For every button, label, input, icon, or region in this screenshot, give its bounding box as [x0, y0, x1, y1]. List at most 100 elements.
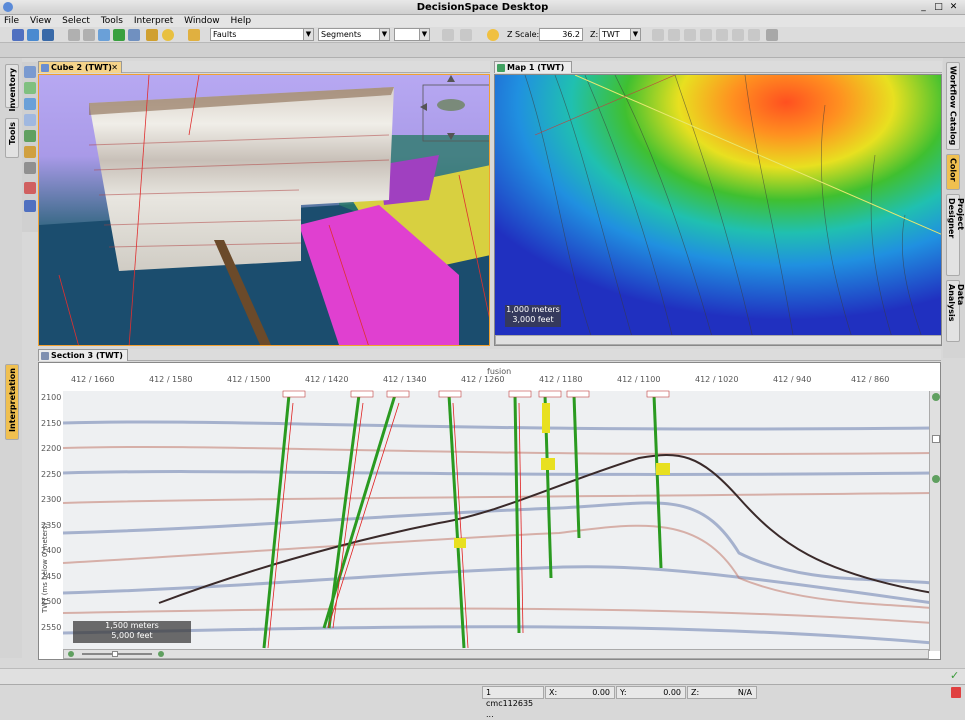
tab-tools[interactable]: Tools	[5, 118, 19, 158]
nav-next-icon[interactable]	[684, 29, 696, 41]
nav-prev-icon[interactable]	[668, 29, 680, 41]
menu-tools[interactable]: Tools	[97, 15, 127, 27]
lock-tool-icon[interactable]	[24, 162, 36, 174]
tab-workflow-catalog[interactable]: Workflow Catalog	[946, 62, 960, 150]
sun-icon[interactable]	[162, 29, 174, 41]
minimize-button[interactable]: _	[918, 2, 929, 13]
open-icon[interactable]	[27, 29, 39, 41]
menu-select[interactable]: Select	[58, 15, 94, 27]
layers-tool-icon[interactable]	[24, 200, 36, 212]
settings-icon[interactable]	[766, 29, 778, 41]
close-icon[interactable]: ✕	[111, 62, 118, 74]
pointer-tool-icon[interactable]	[24, 66, 36, 78]
status-x: X: 0.00	[545, 686, 615, 699]
cube-tab-label: Cube 2 (TWT)	[51, 63, 112, 72]
menu-file[interactable]: File	[0, 15, 23, 27]
map-horizontal-scrollbar[interactable]	[495, 335, 941, 345]
status-y: Y: 0.00	[616, 686, 686, 699]
cube-icon	[41, 64, 49, 72]
tab-inventory[interactable]: Inventory	[5, 64, 19, 112]
section-view[interactable]: fusion 412 / 1660 412 / 1580 412 / 1500 412…	[38, 362, 941, 660]
faults-select[interactable]: Faults ▼	[210, 28, 314, 41]
menu-interpret[interactable]: Interpret	[130, 15, 177, 27]
loop-icon[interactable]	[732, 29, 744, 41]
copy-icon[interactable]	[83, 29, 95, 41]
arrow-left-icon[interactable]	[420, 103, 427, 111]
zoom-in-h-icon[interactable]	[158, 651, 164, 657]
chart-icon[interactable]	[146, 29, 158, 41]
arrow-up-icon[interactable]	[447, 75, 455, 82]
refresh-icon[interactable]	[98, 29, 110, 41]
map-view[interactable]: 1,000 meters 3,000 feet	[494, 74, 942, 346]
map-color-fill	[495, 75, 941, 345]
save-icon[interactable]	[42, 29, 54, 41]
tab-project-designer[interactable]: Project Designer	[946, 194, 965, 276]
alert-icon[interactable]	[951, 687, 961, 698]
status-y-value: 0.00	[663, 688, 681, 697]
horizontal-zoom-slider[interactable]	[112, 651, 118, 657]
globe-icon[interactable]	[113, 29, 125, 41]
tab-interpretation[interactable]: Interpretation	[5, 364, 19, 440]
section-horizontal-scrollbar[interactable]	[63, 649, 929, 659]
pencil-icon[interactable]	[188, 29, 200, 41]
horizon-tool-icon[interactable]	[24, 82, 36, 94]
segments-select[interactable]: Segments ▼	[318, 28, 390, 41]
tab-tools-label: Tools	[7, 122, 17, 145]
section-scale-feet: 5,000 feet	[111, 631, 153, 640]
app-menu-icon[interactable]	[3, 2, 13, 12]
status-z: Z: N/A	[687, 686, 757, 699]
zoom-in-icon[interactable]	[932, 393, 940, 401]
cube-3d-view[interactable]	[38, 74, 490, 346]
cut-icon[interactable]	[68, 29, 80, 41]
undo-icon[interactable]	[442, 29, 454, 41]
zscale-input[interactable]: 36.2	[539, 28, 583, 41]
close-button[interactable]: ✕	[948, 2, 959, 13]
map-contour-image	[495, 75, 941, 345]
status-bar: 1 cmc112635 ... X: 0.00 Y: 0.00 Z: N/A	[0, 684, 965, 719]
zoom-tool-icon[interactable]	[24, 114, 36, 126]
window-titlebar: DecisionSpace Desktop	[0, 0, 965, 15]
rotate-tool-icon[interactable]	[24, 98, 36, 110]
seismic-section-image	[62, 390, 934, 649]
z-domain-select[interactable]: TWT ▼	[599, 28, 641, 41]
chevron-down-icon: ▼	[630, 29, 640, 40]
zoom-out-icon[interactable]	[932, 475, 940, 483]
navigation-widget[interactable]	[422, 84, 490, 142]
light-icon[interactable]	[487, 29, 499, 41]
redo-icon[interactable]	[460, 29, 472, 41]
pan-tool-icon[interactable]	[24, 130, 36, 142]
status-y-label: Y:	[620, 688, 627, 697]
vertical-zoom-slider[interactable]	[932, 435, 940, 443]
section-vertical-scrollbar[interactable]	[929, 391, 940, 651]
tab-interpretation-label: Interpretation	[7, 368, 17, 432]
nav-last-icon[interactable]	[700, 29, 712, 41]
menu-bar: File View Select Tools Interpret Window …	[0, 15, 965, 27]
tab-data-analysis[interactable]: Data Analysis	[946, 280, 965, 342]
tab-color-label: Color	[948, 158, 958, 182]
stop-tool-icon[interactable]	[24, 182, 36, 194]
tab-section-3[interactable]: Section 3 (TWT)	[38, 349, 128, 361]
tab-color[interactable]: Color	[946, 154, 960, 190]
menu-help[interactable]: Help	[227, 15, 256, 27]
rotate-handle-icon[interactable]	[437, 99, 465, 111]
zoom-out-h-icon[interactable]	[68, 651, 74, 657]
play-icon[interactable]	[748, 29, 760, 41]
section-icon	[41, 352, 49, 360]
tab-map-1[interactable]: Map 1 (TWT)	[494, 61, 572, 73]
window-title: DecisionSpace Desktop	[416, 2, 549, 13]
menu-window[interactable]: Window	[180, 15, 224, 27]
blank-select[interactable]: ▼	[394, 28, 430, 41]
nav-first-icon[interactable]	[652, 29, 664, 41]
maximize-button[interactable]: □	[933, 2, 944, 13]
chevron-down-icon: ▼	[379, 29, 389, 40]
section-scale-meters: 1,500 meters	[105, 621, 159, 630]
fault-tool-icon[interactable]	[24, 146, 36, 158]
link-icon[interactable]	[128, 29, 140, 41]
menu-view[interactable]: View	[26, 15, 55, 27]
tab-inventory-label: Inventory	[7, 68, 17, 112]
new-icon[interactable]	[12, 29, 24, 41]
left-tab-strip: Inventory Tools Interpretation	[0, 58, 22, 658]
tab-cube-2[interactable]: Cube 2 (TWT) ✕	[38, 61, 122, 73]
step-icon[interactable]	[716, 29, 728, 41]
status-x-value: 0.00	[592, 688, 610, 697]
